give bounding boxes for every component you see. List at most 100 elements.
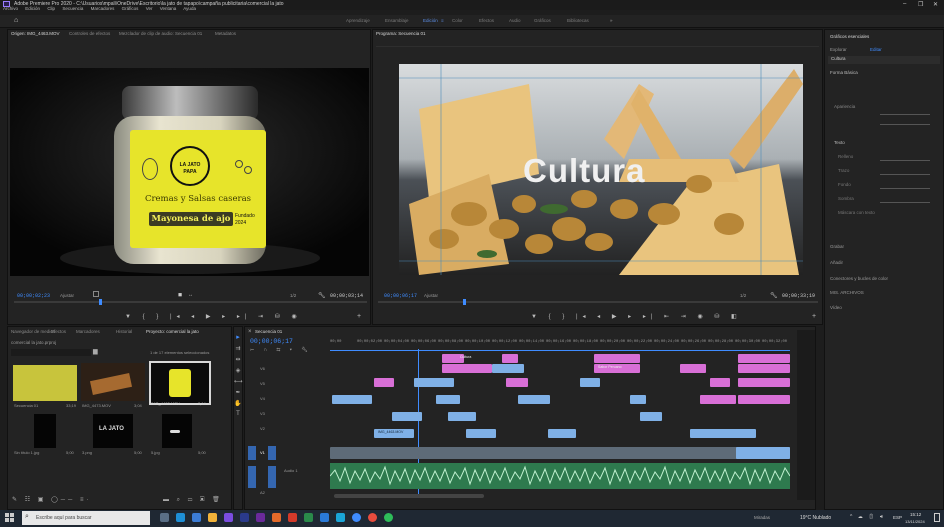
clip-pink[interactable] <box>680 364 706 373</box>
layer-cultura[interactable]: Cultura <box>828 56 940 64</box>
clip-blue[interactable] <box>492 364 524 373</box>
track-label-v6[interactable]: V6 <box>260 366 265 371</box>
clip-pink[interactable] <box>738 354 790 363</box>
section-forma-basica[interactable]: Forma Básica <box>830 70 858 75</box>
clip-blue[interactable] <box>580 378 600 387</box>
fraction-select[interactable]: ↔ <box>188 292 193 298</box>
workspace-edicion[interactable]: Edición <box>423 18 438 23</box>
track-label-v1[interactable]: V1 <box>260 450 265 455</box>
hand-tool-icon[interactable]: ✋ <box>234 400 242 407</box>
slip-tool-icon[interactable]: ⟷ <box>234 378 243 385</box>
source-resolution[interactable]: 1/2 <box>290 293 296 298</box>
menu-ayuda[interactable]: Ayuda <box>183 6 196 11</box>
section-sombra[interactable]: Sombra <box>838 196 854 201</box>
source-fit-select[interactable]: Ajustar <box>60 293 74 298</box>
clock-time[interactable]: 15:12 <box>910 512 921 517</box>
store-icon[interactable] <box>192 513 201 522</box>
work-area-bar[interactable] <box>330 350 790 351</box>
panel-video[interactable]: Vídeo <box>830 305 842 310</box>
menu-ventana[interactable]: Ventana <box>160 6 177 11</box>
menu-graficos[interactable]: Gráficos <box>122 6 139 11</box>
workspace-menu-icon[interactable]: ≡ <box>441 18 444 23</box>
program-scrubber[interactable] <box>378 301 818 303</box>
opera-icon[interactable] <box>368 513 377 522</box>
section-relleno[interactable]: Relleno <box>838 154 853 159</box>
section-fondo[interactable]: Fondo <box>838 182 851 187</box>
tab-audio-clip-mixer[interactable]: Mezclador de clip de audio: Secuencia 01 <box>119 31 202 36</box>
home-icon[interactable]: ⌂ <box>14 17 18 24</box>
weather-widget[interactable]: 19°C Nublado <box>800 515 831 521</box>
edge-icon[interactable] <box>176 513 185 522</box>
track-select-tool-icon[interactable]: ⇉ <box>234 345 242 352</box>
premiere-taskbar-icon[interactable] <box>256 513 265 522</box>
clip-blue[interactable] <box>466 429 496 438</box>
timeline-ruler[interactable]: 00;00 00;00;02;00 00;00;04;00 00;00;06;0… <box>330 340 790 348</box>
timeline-tools[interactable]: ⤚ ∩ ⇆ ▾ 🔧︎ <box>250 347 312 353</box>
source-scrubber[interactable] <box>14 301 367 303</box>
clip-blue[interactable] <box>518 395 550 404</box>
project-thumb-4463-selected[interactable] <box>149 361 211 405</box>
tab-program[interactable]: Programa: Secuencia 01 <box>376 31 426 36</box>
program-fit-select[interactable]: Ajustar <box>424 293 438 298</box>
tab-effect-controls[interactable]: Controles de efectos <box>69 31 110 36</box>
track-a1-waveform[interactable] <box>329 463 791 489</box>
project-thumb-4473[interactable] <box>81 363 145 401</box>
program-transport-controls[interactable]: ▼ { } |◂ ◂ ▶ ▸ ▸| ⇤ ⇥ ◉ ⛁ ◧ <box>531 313 742 320</box>
clip-pink[interactable] <box>710 378 730 387</box>
clip-blue[interactable] <box>392 412 422 421</box>
task-view-icon[interactable] <box>160 513 169 522</box>
taskbar-search-box[interactable]: ⌕ Escribe aquí para buscar <box>22 511 150 525</box>
more-workspaces-button[interactable]: » <box>610 18 613 23</box>
menu-ver[interactable]: Ver <box>146 6 153 11</box>
source-patch-v1[interactable] <box>248 446 256 460</box>
timeline-scrollbar[interactable] <box>334 494 484 498</box>
project-search-input[interactable] <box>11 349 91 356</box>
slider[interactable] <box>880 160 930 161</box>
clip-pink[interactable] <box>506 378 528 387</box>
source-timecode[interactable]: 00;00;02;23 <box>17 293 50 299</box>
clip-v1-main[interactable] <box>330 447 790 459</box>
clip-pink[interactable] <box>374 378 394 387</box>
track-label-a2[interactable]: A2 <box>260 490 265 495</box>
notification-icon[interactable] <box>934 513 940 522</box>
panel-conectores[interactable]: Conectores y bucles de color <box>830 276 888 281</box>
tab-project-active[interactable]: Proyecto: comercial la jato <box>146 329 199 334</box>
source-playhead[interactable] <box>99 299 102 305</box>
workspace-audio[interactable]: Audio <box>509 18 521 23</box>
close-icon[interactable]: × <box>248 329 252 335</box>
track-label-v2[interactable]: V2 <box>260 426 265 431</box>
track-label-v4[interactable]: V4 <box>260 396 265 401</box>
clip-blue[interactable] <box>332 395 372 404</box>
clip-pink[interactable] <box>700 395 736 404</box>
settings-icon[interactable] <box>93 291 99 297</box>
clip-blue[interactable] <box>436 395 460 404</box>
clip-blue[interactable] <box>630 395 646 404</box>
skype-icon[interactable] <box>336 513 345 522</box>
track-label-v3[interactable]: V3 <box>260 411 265 416</box>
clip-blue[interactable] <box>736 447 790 459</box>
clip-blue[interactable] <box>690 429 756 438</box>
clip-pink[interactable] <box>738 378 790 387</box>
selection-tool-icon[interactable]: ▸ <box>234 333 242 341</box>
workspace-color[interactable]: Color <box>452 18 463 23</box>
pen-tool-icon[interactable]: ✒ <box>234 389 242 396</box>
panel-grabar[interactable]: Grabar <box>830 244 844 249</box>
section-texto[interactable]: Texto <box>834 140 845 145</box>
timeline-timecode[interactable]: 00;00;06;17 <box>250 338 293 345</box>
workspace-aprendizaje[interactable]: Aprendizaje <box>346 18 370 23</box>
project-thumb-sintitulo[interactable] <box>34 414 56 448</box>
clip-pink[interactable] <box>442 364 492 373</box>
slider[interactable] <box>880 202 930 203</box>
menu-secuencia[interactable]: Secuencia <box>62 6 83 11</box>
tab-editar[interactable]: Editar <box>870 47 882 52</box>
project-thumb-3png[interactable]: LA JATO <box>93 414 133 448</box>
source-patch-a1[interactable] <box>248 466 256 488</box>
workspace-bibliotecas[interactable]: Bibliotecas <box>567 18 589 23</box>
tab-proyecto[interactable]: Navegador de medios <box>11 329 55 334</box>
type-tool-icon[interactable]: T <box>234 411 242 417</box>
tab-explorar[interactable]: Explorar <box>830 47 847 52</box>
tab-efectos[interactable]: Efectos <box>51 329 66 334</box>
program-resolution[interactable]: 1/2 <box>740 293 746 298</box>
wrench-icon[interactable]: 🔧︎ <box>318 292 326 299</box>
illustrator-icon[interactable] <box>272 513 281 522</box>
